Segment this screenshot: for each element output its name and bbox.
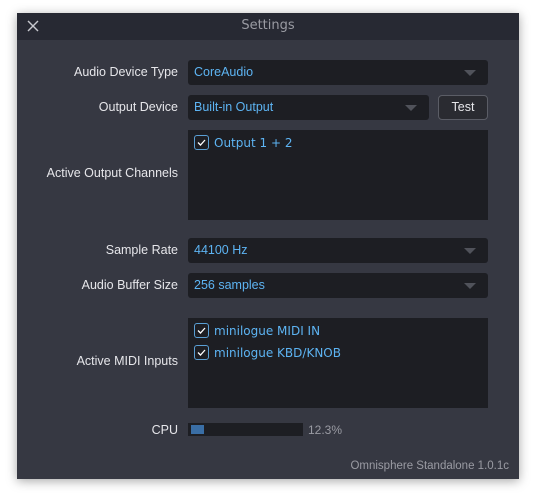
output-channel-label: Output 1 + 2 (214, 135, 293, 150)
active-output-channels-list[interactable]: Output 1 + 2 (188, 130, 488, 220)
checkmark-icon (197, 349, 206, 356)
midi-input-label: minilogue KBD/KNOB (214, 345, 341, 360)
checkbox[interactable] (194, 345, 209, 360)
audio-device-type-label: Audio Device Type (74, 65, 178, 79)
cpu-meter-fill (191, 425, 204, 434)
chevron-down-icon (405, 105, 417, 111)
audio-buffer-size-select[interactable]: 256 samples (188, 273, 488, 298)
midi-input-item[interactable]: minilogue MIDI IN (194, 322, 320, 339)
title-bar: Settings (17, 13, 519, 40)
active-midi-inputs-label: Active MIDI Inputs (76, 354, 178, 368)
cpu-value: 12.3% (308, 423, 343, 437)
midi-input-item[interactable]: minilogue KBD/KNOB (194, 344, 341, 361)
output-device-value: Built-in Output (194, 100, 274, 114)
midi-input-label: minilogue MIDI IN (214, 323, 321, 338)
output-channel-item[interactable]: Output 1 + 2 (194, 134, 292, 151)
output-device-label: Output Device (98, 100, 178, 114)
audio-buffer-size-value: 256 samples (194, 278, 265, 292)
checkbox[interactable] (194, 135, 209, 150)
active-midi-inputs-list[interactable]: minilogue MIDI IN minilogue KBD/KNOB (188, 318, 488, 408)
window-title: Settings (241, 18, 295, 33)
version-text: Omnisphere Standalone 1.0.1c (350, 460, 509, 472)
checkbox[interactable] (194, 323, 209, 338)
audio-device-type-select[interactable]: CoreAudio (188, 60, 488, 85)
active-output-channels-label: Active Output Channels (46, 166, 178, 180)
checkmark-icon (197, 139, 206, 146)
chevron-down-icon (464, 248, 476, 254)
settings-window: Settings Audio Device Type CoreAudio Out… (17, 13, 519, 479)
audio-device-type-value: CoreAudio (194, 65, 254, 79)
checkmark-icon (197, 327, 206, 334)
sample-rate-value: 44100 Hz (194, 243, 248, 257)
audio-buffer-size-label: Audio Buffer Size (81, 278, 178, 292)
sample-rate-label: Sample Rate (105, 243, 178, 257)
output-device-select[interactable]: Built-in Output (188, 95, 429, 120)
sample-rate-select[interactable]: 44100 Hz (188, 238, 488, 263)
cpu-meter (188, 423, 303, 436)
cpu-label: CPU (151, 423, 178, 437)
chevron-down-icon (464, 283, 476, 289)
test-button[interactable]: Test (438, 95, 488, 120)
chevron-down-icon (464, 70, 476, 76)
